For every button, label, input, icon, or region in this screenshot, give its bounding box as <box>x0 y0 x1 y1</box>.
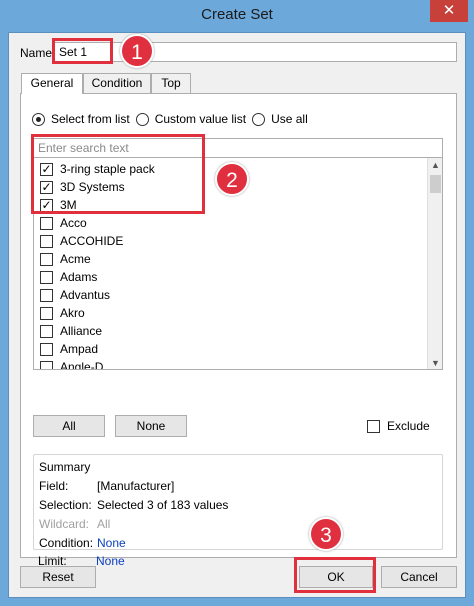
checkbox[interactable] <box>40 324 53 338</box>
list-item[interactable]: Acme <box>40 250 91 268</box>
tab-general[interactable]: General <box>21 73 83 94</box>
summary-value: [Manufacturer] <box>97 479 175 493</box>
selection-mode-radios: Select from list Custom value list Use a… <box>32 112 314 126</box>
list-item-label: Adams <box>60 270 98 284</box>
summary-value: None <box>96 554 125 568</box>
tab-top[interactable]: Top <box>151 73 191 93</box>
list-item-label: Alliance <box>60 324 103 338</box>
tab-condition[interactable]: Condition <box>83 73 151 93</box>
select-all-button[interactable]: All <box>33 415 105 437</box>
checkbox[interactable] <box>40 234 53 248</box>
summary-value: All <box>97 517 111 531</box>
annotation-number: 3 <box>309 517 343 551</box>
exclude-checkbox[interactable] <box>367 419 380 433</box>
checkbox[interactable] <box>40 288 53 302</box>
scroll-down-icon[interactable]: ▼ <box>428 356 442 369</box>
annotation-box-list <box>31 134 205 214</box>
checkbox[interactable] <box>40 216 53 230</box>
annotation-box-name <box>52 38 113 64</box>
summary-wildcard-row: Wildcard: All <box>39 517 110 531</box>
list-item-label: Ampad <box>60 342 99 356</box>
reset-button[interactable]: Reset <box>20 566 96 588</box>
list-item[interactable]: ACCOHIDE <box>40 232 123 250</box>
title-bar[interactable]: Create Set ✕ <box>0 0 474 32</box>
scroll-up-icon[interactable]: ▲ <box>428 158 442 172</box>
checkbox[interactable] <box>40 360 53 369</box>
list-scrollbar[interactable]: ▲ ▼ <box>427 158 442 369</box>
summary-key: Wildcard: <box>39 517 90 531</box>
exclude-option[interactable]: Exclude <box>367 419 430 433</box>
list-item[interactable]: Adams <box>40 268 97 286</box>
summary-selection-row: Selection: Selected 3 of 183 values <box>39 498 228 512</box>
summary-key: Condition: <box>39 536 94 550</box>
summary-value: Selected 3 of 183 values <box>97 498 229 512</box>
summary-key: Field: <box>39 479 69 493</box>
list-item-label: Acme <box>60 252 91 266</box>
summary-condition-row: Condition: None <box>39 536 126 550</box>
radio-select-from-list[interactable] <box>32 112 45 126</box>
radio-label: Custom value list <box>154 112 247 126</box>
dialog-title: Create Set <box>201 6 273 23</box>
radio-custom-value-list[interactable] <box>135 112 149 126</box>
annotation-number: 1 <box>120 34 154 68</box>
radio-use-all[interactable] <box>252 112 266 126</box>
list-item[interactable]: Alliance <box>40 322 102 340</box>
create-set-dialog: Create Set ✕ Name: General Condition Top… <box>0 0 474 606</box>
radio-label: Select from list <box>51 112 130 126</box>
list-item-label: Angle-D <box>60 360 104 370</box>
summary-value: None <box>97 536 126 550</box>
checkbox[interactable] <box>40 252 53 266</box>
list-item[interactable]: Advantus <box>40 286 110 304</box>
checkbox[interactable] <box>40 306 53 320</box>
close-button[interactable]: ✕ <box>430 0 468 22</box>
dialog-body: Name: General Condition Top Select from … <box>8 32 466 598</box>
annotation-box-ok <box>294 557 376 593</box>
radio-label: Use all <box>271 112 308 126</box>
name-label: Name: <box>20 46 56 60</box>
list-item[interactable]: Akro <box>40 304 85 322</box>
list-item[interactable]: Acco <box>40 214 87 232</box>
summary-field-row: Field: [Manufacturer] <box>39 479 174 493</box>
list-item[interactable]: Angle-D <box>40 358 104 370</box>
summary-key: Selection: <box>39 498 92 512</box>
cancel-button[interactable]: Cancel <box>381 566 457 588</box>
select-none-button[interactable]: None <box>115 415 187 437</box>
list-item-label: Acco <box>60 216 87 230</box>
list-item-label: Akro <box>60 306 85 320</box>
checkbox[interactable] <box>40 270 53 284</box>
checkbox[interactable] <box>40 342 53 356</box>
list-item[interactable]: Ampad <box>40 340 98 358</box>
summary-title: Summary <box>39 460 91 474</box>
name-input[interactable] <box>54 42 457 62</box>
exclude-label: Exclude <box>387 419 430 433</box>
close-icon: ✕ <box>442 2 456 19</box>
scroll-thumb[interactable] <box>430 175 441 193</box>
summary-group: Summary Field: [Manufacturer] Selection: S… <box>33 454 443 550</box>
list-item-label: ACCOHIDE <box>60 234 124 248</box>
annotation-number: 2 <box>215 162 249 196</box>
list-item-label: Advantus <box>60 288 111 302</box>
